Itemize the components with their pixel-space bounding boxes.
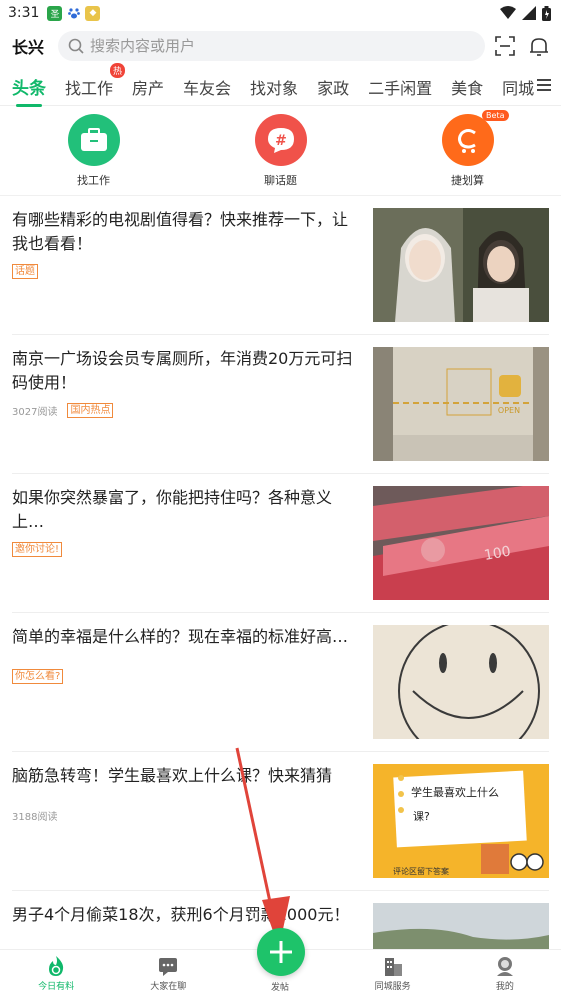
feed-thumbnail	[373, 625, 549, 739]
quiz-text-line1: 学生最喜欢上什么	[411, 785, 499, 799]
feed-item[interactable]: 如果你突然暴富了，你能把持住吗？各种意义上… 邀你讨论! 100	[12, 474, 549, 613]
quiz-text-line2: 课?	[413, 810, 430, 823]
chat-bubble-icon	[159, 958, 178, 976]
feed-thumbnail: 学生最喜欢上什么 课? 评论区留下答案	[373, 764, 549, 878]
briefcase-icon	[67, 113, 120, 166]
feed-item-title: 简单的幸福是什么样的？现在幸福的标准好高…	[12, 627, 349, 646]
system-icons	[500, 5, 551, 21]
game-app-icon: ◆	[85, 5, 101, 21]
shopping-cart-icon	[441, 113, 494, 166]
nav-chatting[interactable]: 大家在聊	[123, 955, 213, 992]
nav-profile[interactable]: 我的	[460, 955, 550, 992]
user-avatar-icon	[496, 957, 513, 976]
nav-label: 今日有料	[38, 982, 75, 992]
tab-local[interactable]: 同城	[502, 75, 534, 99]
svg-text:#: #	[275, 133, 287, 149]
nav-local-services[interactable]: 同城服务	[348, 955, 438, 992]
topic-tag: 邀你讨论!	[12, 542, 63, 557]
feed-item[interactable]: 有哪些精彩的电视剧值得看？快来推荐一下，让我也看看！ 话题	[12, 196, 549, 335]
feed-thumbnail: 100	[373, 486, 549, 600]
app-notification-icon: 圣	[47, 5, 63, 21]
building-icon	[384, 958, 402, 976]
city-selector[interactable]: 长兴	[12, 34, 44, 58]
feed-item-title: 男子4个月偷菜18次，获刑6个月罚款1000元！	[12, 905, 350, 924]
feed-thumbnail	[373, 208, 549, 322]
search-header: 长兴	[0, 28, 561, 64]
feed-item[interactable]: 脑筋急转弯！学生最喜欢上什么课？快来猜猜 3188阅读 学生最喜欢上什么 课? 评论…	[12, 752, 549, 891]
tab-jobs-label: 找工作	[65, 78, 114, 98]
beta-badge: Beta	[482, 109, 509, 121]
plus-icon	[270, 941, 292, 963]
news-feed: 有哪些精彩的电视剧值得看？快来推荐一下，让我也看看！ 话题 南京一广场设会员专属…	[0, 196, 561, 997]
quick-entry-topics[interactable]: # 聊话题	[236, 113, 326, 188]
tab-housekeeping[interactable]: 家政	[317, 75, 349, 99]
notification-icons: 圣 ◆	[47, 5, 101, 21]
feed-item-title: 如果你突然暴富了，你能把持住吗？各种意义上…	[12, 488, 333, 531]
quick-entry-label: 捷划算	[451, 173, 484, 187]
open-sign-text: OPEN	[498, 406, 520, 415]
post-button[interactable]	[257, 928, 305, 976]
nav-label: 我的	[495, 982, 514, 992]
signal-icon	[522, 6, 536, 20]
status-bar: 3:31 圣 ◆	[0, 0, 561, 26]
bell-icon[interactable]	[529, 36, 549, 57]
quiz-footer-text: 评论区留下答案	[393, 866, 449, 876]
tab-realestate[interactable]: 房产	[132, 75, 164, 99]
scan-icon[interactable]	[495, 36, 515, 56]
tab-food[interactable]: 美食	[451, 75, 483, 99]
search-icon	[68, 38, 84, 54]
topic-tag: 话题	[12, 264, 38, 279]
quick-entry-deals[interactable]: Beta 捷划算	[423, 109, 513, 188]
tab-headlines[interactable]: 头条	[12, 74, 46, 107]
tab-second-hand[interactable]: 二手闲置	[368, 75, 432, 99]
topic-tag: 国内热点	[67, 403, 114, 418]
read-count: 3188阅读	[12, 812, 58, 823]
bottom-navigation: 今日有料 大家在聊 同城服务 我的 发帖	[0, 928, 561, 997]
quick-entry-jobs[interactable]: 找工作	[49, 113, 139, 188]
hot-badge: 热	[110, 62, 126, 78]
category-tabs: 头条 找工作热 房产 车友会 找对象 家政 二手闲置 美食 同城	[0, 62, 561, 107]
feed-item[interactable]: 南京一广场设会员专属厕所，年消费20万元可扫码使用！ 3027阅读 国内热点 OP…	[12, 335, 549, 474]
tab-car-club[interactable]: 车友会	[183, 75, 231, 99]
nav-label: 大家在聊	[150, 982, 187, 992]
quick-entry-label: 聊话题	[264, 173, 297, 187]
status-time: 3:31	[8, 5, 40, 21]
feed-item-title: 有哪些精彩的电视剧值得看？快来推荐一下，让我也看看！	[12, 210, 349, 253]
tab-dating[interactable]: 找对象	[250, 75, 298, 99]
search-bar[interactable]	[58, 31, 486, 61]
menu-icon[interactable]	[537, 78, 551, 92]
tab-jobs[interactable]: 找工作热	[65, 62, 126, 99]
paw-icon	[66, 6, 81, 21]
feed-item-title: 南京一广场设会员专属厕所，年消费20万元可扫码使用！	[12, 349, 353, 392]
read-count: 3027阅读	[12, 407, 58, 418]
feed-item-title: 脑筋急转弯！学生最喜欢上什么课？快来猜猜	[12, 766, 333, 785]
quick-entry-row: 找工作 # 聊话题 Beta 捷划算	[0, 106, 561, 196]
search-input[interactable]	[90, 37, 391, 55]
feed-thumbnail: OPEN	[373, 347, 549, 461]
quick-entry-label: 找工作	[77, 173, 110, 187]
nav-today[interactable]: 今日有料	[11, 955, 101, 992]
wifi-icon	[500, 6, 516, 19]
feed-item[interactable]: 简单的幸福是什么样的？现在幸福的标准好高… 你怎么看?	[12, 613, 549, 752]
post-button-label: 发帖	[271, 983, 290, 993]
topic-tag: 你怎么看?	[12, 669, 64, 684]
battery-icon	[542, 5, 551, 21]
nav-label: 同城服务	[374, 982, 411, 992]
flame-refresh-icon	[49, 956, 64, 976]
hashtag-chat-icon: #	[254, 113, 307, 166]
